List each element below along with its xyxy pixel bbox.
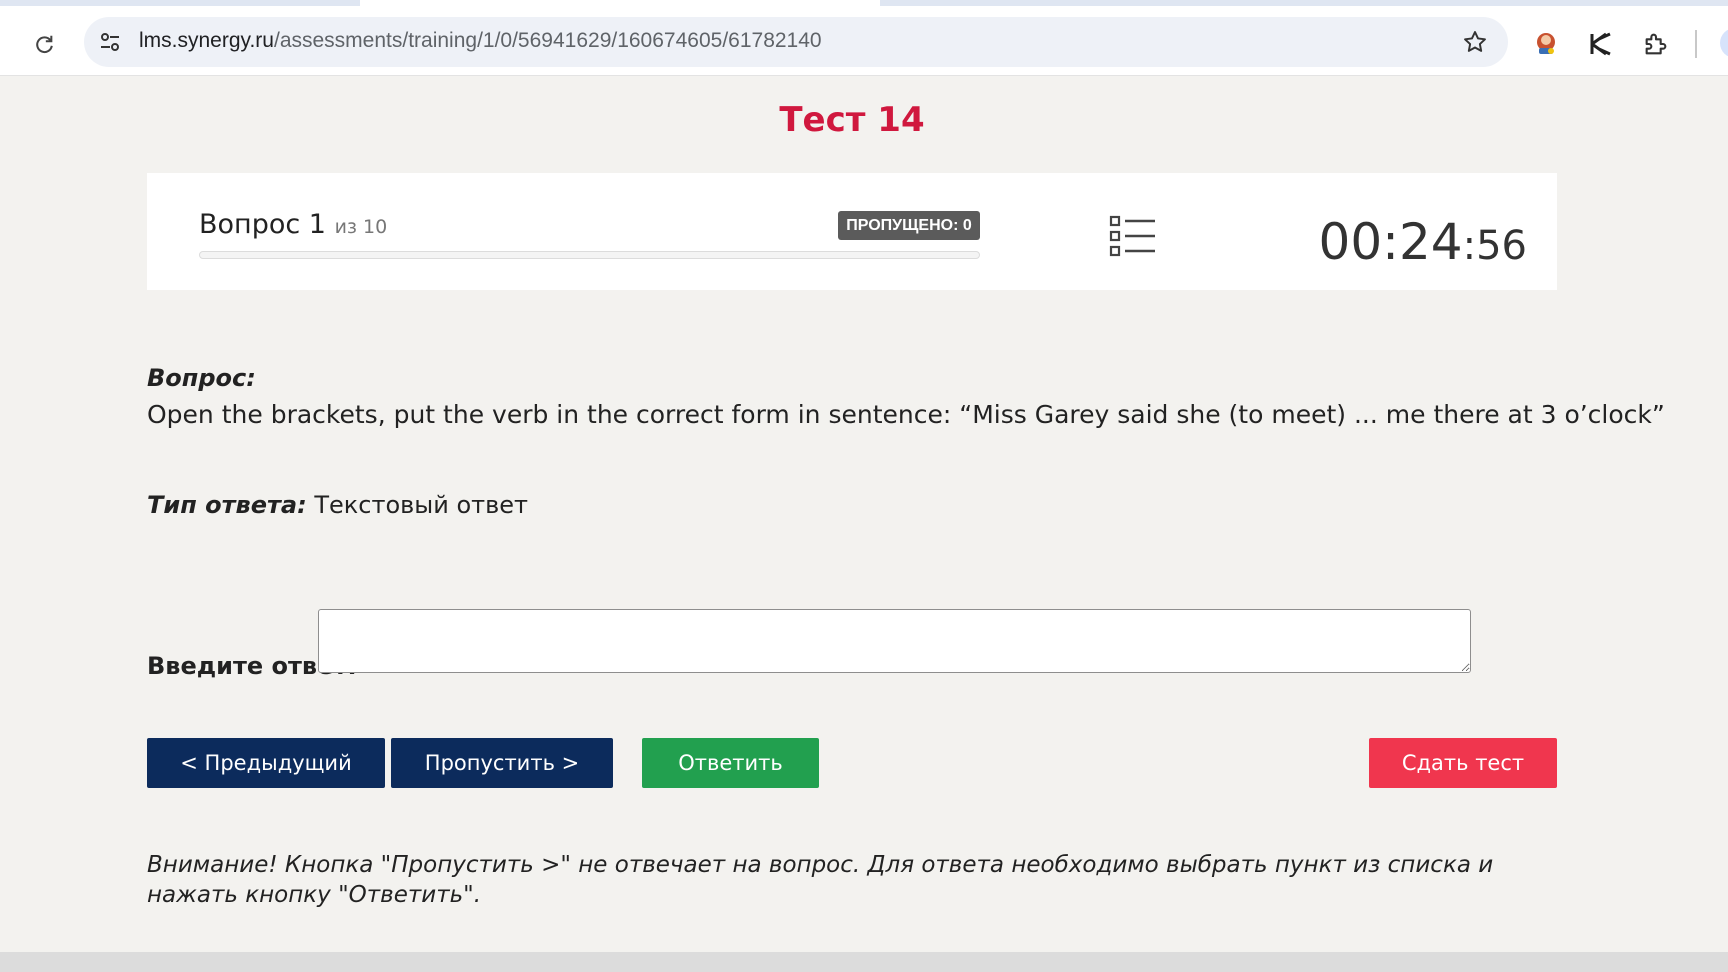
answer-type-label: Тип ответа: (147, 491, 307, 519)
profile-avatar[interactable] (1720, 28, 1728, 58)
address-bar[interactable]: lms.synergy.ru/assessments/training/1/0/… (84, 17, 1508, 67)
timer-minutes: 00:24 (1318, 213, 1463, 271)
skip-button[interactable]: Пропустить > (391, 738, 613, 788)
question-heading: Вопрос: (147, 364, 256, 392)
submit-test-button[interactable]: Сдать тест (1369, 738, 1557, 788)
question-number: Вопрос 1 (199, 209, 326, 240)
question-counter: Вопрос 1 из 10 (199, 209, 387, 240)
bookmark-star-icon[interactable] (1462, 29, 1488, 55)
url-path: /assessments/training/1/0/56941629/16067… (273, 29, 822, 52)
answer-button[interactable]: Ответить (642, 738, 819, 788)
progress-panel: Вопрос 1 из 10 ПРОПУЩЕНО: 0 00:24:56 (147, 173, 1557, 290)
countdown-timer: 00:24:56 (1319, 213, 1527, 271)
skipped-badge: ПРОПУЩЕНО: 0 (838, 211, 980, 240)
reload-icon[interactable] (30, 30, 58, 58)
answer-textarea[interactable] (318, 609, 1471, 673)
url-host: lms.synergy.ru (139, 29, 274, 52)
horizontal-scrollbar[interactable] (0, 952, 1728, 972)
answer-type: Тип ответа: Текстовый ответ (147, 491, 528, 519)
site-info-icon[interactable] (98, 30, 122, 54)
timer-seconds: :56 (1462, 223, 1527, 269)
extension-k-icon[interactable] (1585, 28, 1617, 60)
extensions-puzzle-icon[interactable] (1640, 28, 1672, 60)
page-title: Тест 14 (779, 100, 925, 140)
previous-button[interactable]: < Предыдущий (147, 738, 385, 788)
toolbar-separator (1695, 30, 1697, 58)
browser-toolbar: lms.synergy.ru/assessments/training/1/0/… (0, 6, 1728, 76)
answer-type-value: Текстовый ответ (314, 491, 528, 519)
progress-bar (199, 251, 980, 259)
url-text[interactable]: lms.synergy.ru/assessments/training/1/0/… (139, 29, 822, 53)
skip-notice: Внимание! Кнопка "Пропустить >" не отвеч… (147, 852, 1494, 908)
question-list-icon[interactable] (1109, 214, 1157, 258)
question-total: из 10 (334, 216, 388, 238)
extension-avatar-icon[interactable] (1530, 28, 1562, 60)
question-text: Open the brackets, put the verb in the c… (147, 400, 1665, 429)
